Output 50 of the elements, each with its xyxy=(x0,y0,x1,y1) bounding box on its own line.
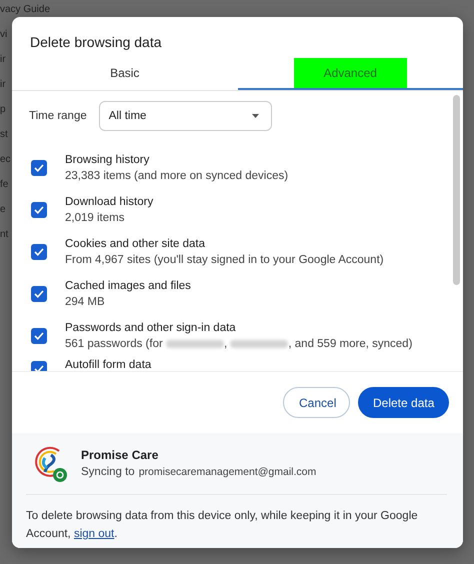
dialog-title: Delete browsing data xyxy=(29,33,163,52)
scrollbar[interactable] xyxy=(453,95,460,285)
caret-icon xyxy=(252,114,259,118)
delete-button[interactable]: Delete data xyxy=(358,387,449,418)
check-icon xyxy=(34,365,44,371)
item-title: Passwords and other sign-in data xyxy=(65,320,237,336)
checkbox[interactable] xyxy=(31,244,47,260)
sync-label: Syncing to xyxy=(81,466,135,478)
item-description: From 4,967 sites (you'll stay signed in to your Google Account) xyxy=(65,252,384,268)
background-text: vacy Guide xyxy=(0,4,50,15)
checkbox[interactable] xyxy=(31,160,47,176)
item-title: Autofill form data xyxy=(65,358,152,371)
sign-out-note: To delete browsing data from this device only, while keeping it in your Google Account, sign out. xyxy=(26,509,419,542)
background-text: ir xyxy=(0,54,6,65)
background-text: p xyxy=(0,104,6,115)
check-icon xyxy=(34,248,44,256)
background-text: st xyxy=(0,129,8,140)
tab[interactable]: Advanced xyxy=(294,58,407,88)
checkbox[interactable] xyxy=(31,286,47,302)
item-description: , xyxy=(224,336,228,352)
background-text: vi xyxy=(0,29,8,40)
account-name: Promise Care xyxy=(81,448,160,462)
item-title: Cookies and other site data xyxy=(65,236,206,252)
time-range-label: Time range xyxy=(29,110,87,122)
background-text: ir xyxy=(0,79,6,90)
background-text: ec xyxy=(0,154,11,165)
tab[interactable]: Basic xyxy=(80,58,170,88)
cancel-button[interactable]: Cancel xyxy=(283,387,350,418)
item-description: 23,383 items (and more on synced devices) xyxy=(65,168,288,184)
sign-out-link[interactable]: sign out xyxy=(74,528,114,540)
time-range-dropdown[interactable]: All time xyxy=(98,101,272,131)
item-description: 2,019 items xyxy=(65,210,126,226)
background-text: e xyxy=(0,204,6,215)
checkbox[interactable] xyxy=(31,202,47,218)
check-icon xyxy=(34,290,44,298)
check-icon xyxy=(34,206,44,214)
check-icon xyxy=(34,164,44,172)
item-title: Browsing history xyxy=(65,152,150,168)
item-title: Download history xyxy=(65,194,154,210)
check-icon xyxy=(34,332,44,340)
item-title: Cached images and files xyxy=(65,278,191,294)
background-text: nt xyxy=(0,229,8,240)
redacted-block xyxy=(166,340,224,348)
item-description: , and 559 more, synced) xyxy=(288,336,412,352)
redacted-block xyxy=(230,340,288,348)
background-text: fe xyxy=(0,179,8,190)
item-description: 294 MB xyxy=(65,294,106,310)
checkbox[interactable] xyxy=(31,328,47,344)
item-description: 561 passwords (for xyxy=(65,336,164,352)
account-email: promisecaremanagement@gmail.com xyxy=(138,466,316,478)
